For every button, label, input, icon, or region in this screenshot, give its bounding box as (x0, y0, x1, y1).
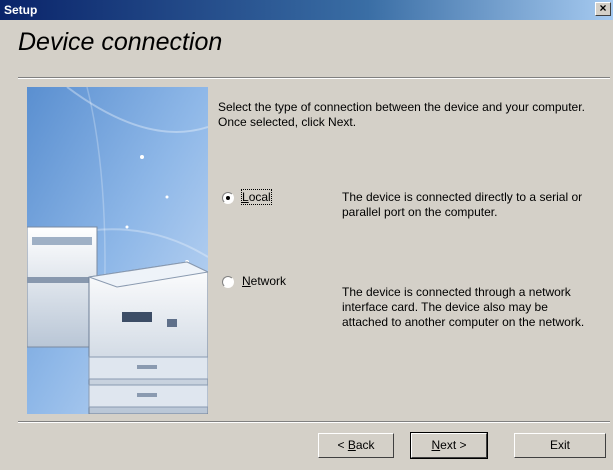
local-description: The device is connected directly to a se… (342, 190, 583, 219)
network-description: The device is connected through a networ… (342, 285, 585, 329)
printer-illustration (27, 87, 208, 414)
window-title: Setup (4, 3, 38, 17)
exit-button[interactable]: Exit (514, 433, 606, 458)
back-button[interactable]: < Back (318, 433, 394, 458)
back-prefix: < (337, 438, 348, 452)
close-icon: × (599, 1, 607, 15)
page-heading: Device connection (18, 28, 223, 56)
next-rest: ext > (440, 438, 467, 452)
local-label-rest: ocal (248, 190, 271, 204)
header-divider (18, 77, 610, 79)
next-button[interactable]: Next > (410, 432, 488, 459)
network-radio[interactable] (222, 276, 234, 288)
instructions-text: Select the type of connection between th… (218, 100, 585, 129)
next-mnemonic: N (431, 438, 441, 452)
printer-image (27, 87, 208, 414)
local-label[interactable]: Local (241, 189, 272, 205)
network-label[interactable]: Network (242, 274, 286, 288)
title-bar[interactable]: Setup × (0, 0, 613, 20)
back-mnemonic: B (347, 438, 356, 452)
local-mnemonic: L (242, 190, 249, 204)
close-button[interactable]: × (595, 2, 611, 16)
footer-divider (18, 421, 610, 423)
network-mnemonic: N (242, 274, 251, 288)
back-rest: ack (355, 438, 375, 452)
local-radio[interactable] (222, 192, 234, 204)
setup-window: Setup × Device connection Select the typ… (0, 0, 613, 470)
network-label-rest: etwork (250, 274, 287, 288)
